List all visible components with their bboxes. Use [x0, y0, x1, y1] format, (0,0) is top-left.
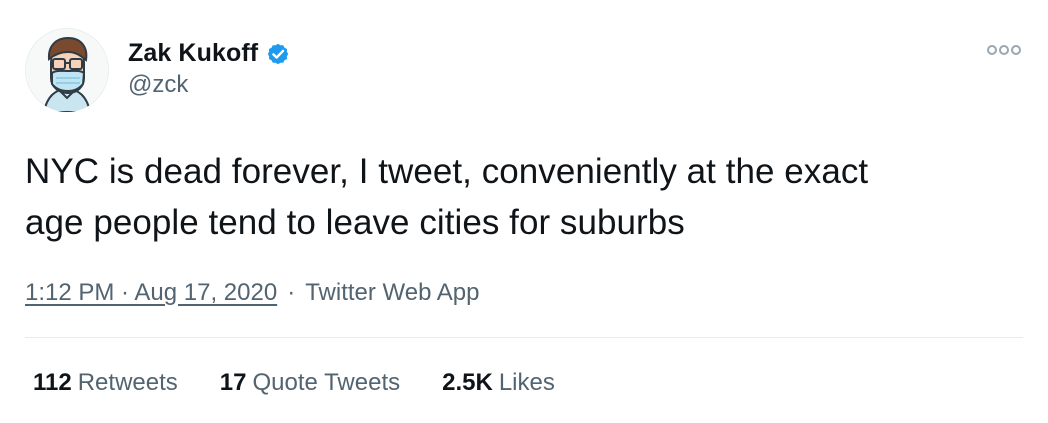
author-handle[interactable]: @zck [128, 71, 290, 99]
source-app[interactable]: Twitter Web App [305, 275, 479, 311]
tweet-card: Zak Kukoff @zck NYC is dead forever, I t… [0, 0, 1048, 423]
verified-badge-icon [266, 42, 290, 66]
metadata-separator: · [287, 279, 296, 306]
tweet-stats: 112 Retweets 17 Quote Tweets 2.5K Likes [33, 367, 555, 399]
verified-badge-icon-svg [267, 43, 289, 65]
display-name[interactable]: Zak Kukoff [128, 38, 258, 68]
retweets-label: Retweets [77, 369, 178, 396]
more-options-icon [987, 45, 1021, 55]
likes-count: 2.5K [442, 369, 493, 396]
tweet-text: NYC is dead forever, I tweet, convenient… [25, 152, 869, 242]
likes-label: Likes [498, 369, 555, 396]
quote-tweets-count: 17 [219, 369, 247, 396]
timestamp-link[interactable]: 1:12 PM · Aug 17, 2020 [25, 275, 277, 311]
quote-tweets-label: Quote Tweets [252, 369, 401, 396]
author-identity: Zak Kukoff @zck [128, 38, 290, 108]
likes-stat[interactable]: 2.5K Likes [442, 367, 555, 399]
retweets-stat[interactable]: 112 Retweets [33, 367, 178, 399]
retweets-count: 112 [33, 369, 72, 396]
display-name-row: Zak Kukoff [128, 38, 290, 68]
avatar-illustration [26, 29, 108, 112]
more-options-button[interactable] [984, 38, 1024, 62]
tweet-metadata: 1:12 PM · Aug 17, 2020 · Twitter Web App [25, 275, 480, 311]
stats-divider [25, 337, 1023, 338]
avatar[interactable] [25, 28, 109, 112]
quote-tweets-stat[interactable]: 17 Quote Tweets [220, 367, 400, 399]
